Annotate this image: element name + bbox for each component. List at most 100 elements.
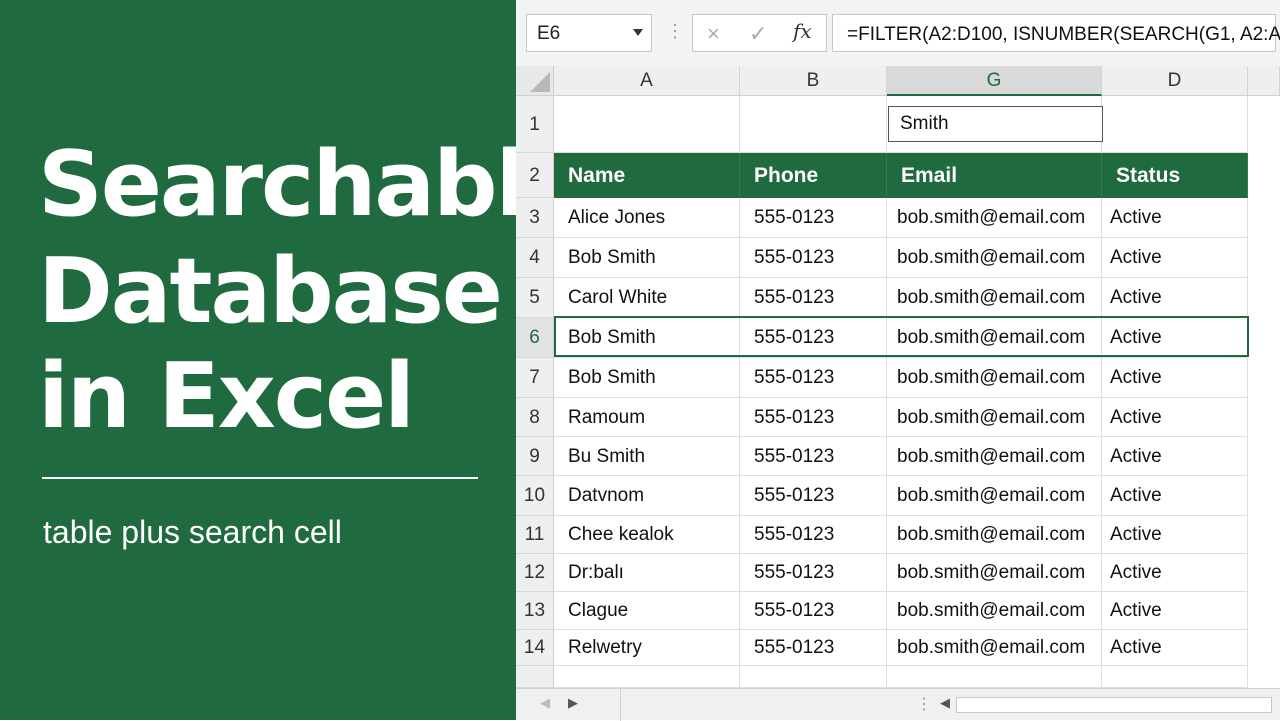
cell-email[interactable]: bob.smith@email.com bbox=[887, 592, 1102, 630]
cell-email[interactable]: bob.smith@email.com bbox=[887, 238, 1102, 278]
insert-function-icon[interactable]: fx bbox=[793, 19, 812, 43]
scroll-left-icon[interactable]: ◀ bbox=[940, 695, 950, 711]
cell-empty[interactable] bbox=[887, 666, 1102, 688]
column-header-g[interactable]: G bbox=[887, 66, 1102, 96]
cancel-icon[interactable]: × bbox=[707, 21, 720, 47]
row-header-2[interactable]: 2 bbox=[516, 153, 554, 198]
cell-name[interactable]: Relwetry bbox=[554, 630, 740, 666]
cell-status[interactable]: Active bbox=[1102, 592, 1248, 630]
cell-status[interactable]: Active bbox=[1102, 516, 1248, 554]
cell-phone[interactable]: 555-0123 bbox=[740, 198, 887, 238]
cell-name[interactable]: Bob Smith bbox=[554, 318, 740, 358]
cell-phone[interactable]: 555-0123 bbox=[740, 358, 887, 398]
column-header-d[interactable]: D bbox=[1102, 66, 1248, 96]
cell-email[interactable]: bob.smith@email.com bbox=[887, 358, 1102, 398]
cell-phone[interactable]: 555-0123 bbox=[740, 238, 887, 278]
cell-email[interactable]: bob.smith@email.com bbox=[887, 630, 1102, 666]
row-header-8[interactable]: 8 bbox=[516, 398, 554, 437]
cell-name[interactable]: Bob Smith bbox=[554, 238, 740, 278]
row-header-13[interactable]: 13 bbox=[516, 592, 554, 630]
row-header-11[interactable]: 11 bbox=[516, 516, 554, 554]
table-header-phone[interactable]: Phone bbox=[740, 153, 887, 198]
table-header-status[interactable]: Status bbox=[1102, 153, 1248, 198]
cell-phone[interactable]: 555-0123 bbox=[740, 554, 887, 592]
cell-name[interactable]: Dr:balı bbox=[554, 554, 740, 592]
cell-phone[interactable]: 555-0123 bbox=[740, 476, 887, 516]
cell-email[interactable]: bob.smith@email.com bbox=[887, 318, 1102, 358]
cell-phone[interactable]: 555-0123 bbox=[740, 437, 887, 476]
title-panel: Searchable Database in Excel table plus … bbox=[0, 0, 585, 720]
title-divider bbox=[42, 477, 478, 479]
horizontal-scrollbar[interactable] bbox=[956, 697, 1272, 713]
cell-row1-a[interactable] bbox=[554, 96, 740, 153]
column-header-b[interactable]: B bbox=[740, 66, 887, 96]
cell-status[interactable]: Active bbox=[1102, 398, 1248, 437]
cell-name[interactable]: Alice Jones bbox=[554, 198, 740, 238]
cell-status[interactable]: Active bbox=[1102, 278, 1248, 318]
cell-phone[interactable]: 555-0123 bbox=[740, 278, 887, 318]
row-header-10[interactable]: 10 bbox=[516, 476, 554, 516]
cell-status[interactable]: Active bbox=[1102, 630, 1248, 666]
cell-name[interactable]: Bob Smith bbox=[554, 358, 740, 398]
prev-sheet-icon[interactable]: ◀ bbox=[540, 695, 550, 711]
formula-bar: E6 ⋮ × ✓ fx =FILTER(A2:D100, ISNUMBER(SE… bbox=[516, 0, 1280, 66]
formula-input[interactable]: =FILTER(A2:D100, ISNUMBER(SEARCH(G1, A2:… bbox=[832, 14, 1280, 52]
sheet-tab-bar: ◀ ▶ ⋮ ◀ bbox=[516, 688, 1280, 721]
cell-status[interactable]: Active bbox=[1102, 318, 1248, 358]
cell-status[interactable]: Active bbox=[1102, 198, 1248, 238]
row-header-4[interactable]: 4 bbox=[516, 238, 554, 278]
row-header-6[interactable]: 6 bbox=[516, 318, 554, 358]
title-line-2: Database bbox=[38, 239, 503, 344]
cell-email[interactable]: bob.smith@email.com bbox=[887, 476, 1102, 516]
cell-email[interactable]: bob.smith@email.com bbox=[887, 198, 1102, 238]
cell-name[interactable]: Datvnom bbox=[554, 476, 740, 516]
row-header-extra[interactable] bbox=[516, 666, 554, 688]
row-header-1[interactable]: 1 bbox=[516, 96, 554, 153]
cell-empty[interactable] bbox=[740, 666, 887, 688]
cell-name[interactable]: Ramoum bbox=[554, 398, 740, 437]
row-header-3[interactable]: 3 bbox=[516, 198, 554, 238]
formula-bar-resize-icon[interactable]: ⋮ bbox=[666, 22, 684, 40]
cell-status[interactable]: Active bbox=[1102, 476, 1248, 516]
cell-phone[interactable]: 555-0123 bbox=[740, 592, 887, 630]
cell-phone[interactable]: 555-0123 bbox=[740, 398, 887, 437]
cell-email[interactable]: bob.smith@email.com bbox=[887, 554, 1102, 592]
name-box-dropdown-icon[interactable] bbox=[633, 29, 643, 36]
cell-status[interactable]: Active bbox=[1102, 554, 1248, 592]
column-header-extra[interactable] bbox=[1248, 66, 1280, 96]
row-header-14[interactable]: 14 bbox=[516, 630, 554, 666]
row-header-7[interactable]: 7 bbox=[516, 358, 554, 398]
cell-phone[interactable]: 555-0123 bbox=[740, 630, 887, 666]
cell-email[interactable]: bob.smith@email.com bbox=[887, 516, 1102, 554]
select-all-corner[interactable] bbox=[516, 66, 554, 96]
tab-split-handle-icon[interactable]: ⋮ bbox=[916, 694, 932, 714]
row-header-12[interactable]: 12 bbox=[516, 554, 554, 592]
cell-email[interactable]: bob.smith@email.com bbox=[887, 278, 1102, 318]
row-header-5[interactable]: 5 bbox=[516, 278, 554, 318]
confirm-icon[interactable]: ✓ bbox=[749, 21, 767, 47]
cell-name[interactable]: Clague bbox=[554, 592, 740, 630]
cell-email[interactable]: bob.smith@email.com bbox=[887, 437, 1102, 476]
cell-phone[interactable]: 555-0123 bbox=[740, 516, 887, 554]
cell-status[interactable]: Active bbox=[1102, 437, 1248, 476]
name-box[interactable]: E6 bbox=[526, 14, 652, 52]
next-sheet-icon[interactable]: ▶ bbox=[568, 695, 578, 711]
search-cell-g1[interactable]: Smith bbox=[888, 106, 1103, 142]
cell-status[interactable]: Active bbox=[1102, 238, 1248, 278]
table-header-email[interactable]: Email bbox=[887, 153, 1102, 198]
cell-name[interactable]: Carol White bbox=[554, 278, 740, 318]
cell-phone[interactable]: 555-0123 bbox=[740, 318, 887, 358]
column-header-a[interactable]: A bbox=[554, 66, 740, 96]
cell-name[interactable]: Bu Smith bbox=[554, 437, 740, 476]
cell-status[interactable]: Active bbox=[1102, 358, 1248, 398]
spreadsheet: E6 ⋮ × ✓ fx =FILTER(A2:D100, ISNUMBER(SE… bbox=[516, 0, 1280, 721]
cell-name[interactable]: Chee kealok bbox=[554, 516, 740, 554]
title-line-3: in Excel bbox=[38, 344, 415, 449]
table-header-name[interactable]: Name bbox=[554, 153, 740, 198]
cell-email[interactable]: bob.smith@email.com bbox=[887, 398, 1102, 437]
cell-row1-b[interactable] bbox=[740, 96, 887, 153]
cell-empty[interactable] bbox=[554, 666, 740, 688]
cell-empty[interactable] bbox=[1102, 666, 1248, 688]
row-header-9[interactable]: 9 bbox=[516, 437, 554, 476]
cell-row1-d[interactable] bbox=[1102, 96, 1248, 153]
